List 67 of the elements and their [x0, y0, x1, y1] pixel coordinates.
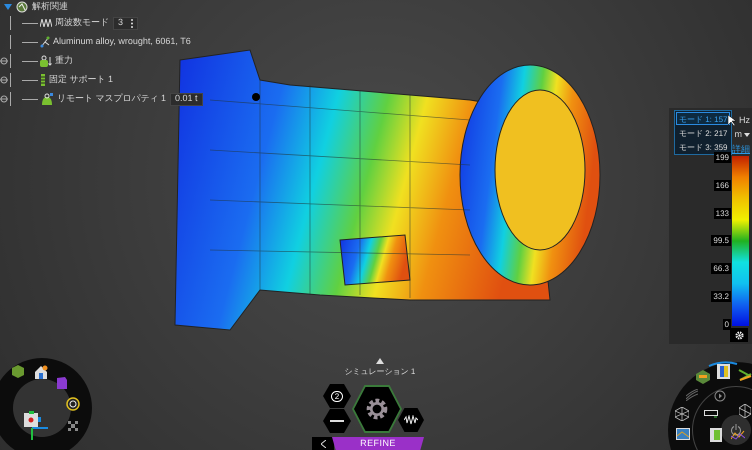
- signal-icon[interactable]: [686, 389, 698, 401]
- scale-value: 66.3: [711, 263, 731, 274]
- analysis-icon: [16, 1, 28, 13]
- visibility-toggle-icon[interactable]: [0, 76, 8, 84]
- more-icon[interactable]: [131, 18, 134, 28]
- mode-option[interactable]: モード 1: 157: [676, 112, 730, 125]
- contour-image-icon[interactable]: [676, 428, 690, 440]
- cube-icon[interactable]: [12, 365, 24, 378]
- scale-value: 0: [722, 318, 731, 330]
- arrows-icon[interactable]: [738, 368, 752, 382]
- wave-icon: [404, 415, 418, 425]
- grid-icon[interactable]: [68, 421, 78, 431]
- layers-icon[interactable]: [696, 370, 710, 384]
- play-icon[interactable]: [714, 390, 726, 402]
- length-unit-dropdown[interactable]: m: [734, 128, 750, 142]
- line-tool-button[interactable]: [323, 409, 351, 433]
- book-icon[interactable]: [717, 364, 730, 379]
- line-icon: [330, 420, 344, 422]
- tree-item-label[interactable]: 解析関連: [32, 0, 68, 14]
- render-icon[interactable]: [66, 397, 80, 411]
- back-button[interactable]: [312, 437, 334, 450]
- caret-icon: [744, 132, 750, 137]
- settings-button[interactable]: [730, 328, 748, 342]
- chart-line-icon[interactable]: [731, 430, 745, 440]
- mass-icon: [40, 93, 54, 105]
- settings-icon: [734, 330, 744, 340]
- power-button[interactable]: [721, 415, 751, 445]
- support-icon: [40, 74, 46, 86]
- scale-value: 133: [714, 208, 731, 219]
- expand-arrow-icon[interactable]: [376, 358, 384, 364]
- ring-highlight-icon: [708, 361, 738, 367]
- scale-value: 33.2: [711, 291, 731, 302]
- value-field[interactable]: 0.01 t: [170, 92, 203, 106]
- weight-icon: [40, 55, 52, 67]
- wave-tool-button[interactable]: [398, 408, 424, 432]
- visibility-toggle-icon[interactable]: [0, 95, 8, 103]
- expand-caret-icon[interactable]: [4, 4, 12, 10]
- power-icon: [730, 424, 742, 436]
- box-icon[interactable]: [55, 376, 68, 390]
- unit-label: Hz: [739, 114, 750, 127]
- visibility-toggle-icon[interactable]: [0, 57, 8, 65]
- tree-item-label[interactable]: 固定 サポート 1: [49, 73, 114, 87]
- material-icon: [40, 36, 50, 48]
- cursor-icon: [728, 115, 736, 126]
- gear-icon: [366, 398, 388, 420]
- mesh-icon[interactable]: [675, 407, 689, 421]
- details-link[interactable]: 詳細: [732, 143, 750, 156]
- scale-value: 99.5: [711, 235, 731, 246]
- probe-icon[interactable]: [704, 410, 718, 418]
- mesh-icon[interactable]: [739, 404, 751, 418]
- tree-item-label[interactable]: リモート マスプロパティ 1: [57, 92, 166, 106]
- scale-value: 199: [714, 152, 731, 163]
- refine-button[interactable]: REFINE: [332, 437, 424, 450]
- home-icon[interactable]: [34, 365, 48, 379]
- mode-option[interactable]: モード 3: 359: [676, 140, 730, 153]
- wave-icon: [40, 19, 52, 27]
- count-badge: 2: [330, 390, 344, 402]
- mode-option[interactable]: モード 2: 217: [676, 126, 730, 139]
- settings-hex-button[interactable]: [352, 385, 402, 433]
- mode-count-button[interactable]: 2: [323, 384, 351, 408]
- tree-item-label[interactable]: Aluminum alloy, wrought, 6061, T6: [53, 35, 191, 49]
- tree-item-label[interactable]: 周波数モード: [55, 16, 109, 30]
- value-field[interactable]: 3: [113, 16, 138, 30]
- tree-item-label[interactable]: 重力: [55, 54, 73, 68]
- simulation-title: シミュレーション 1: [344, 366, 416, 378]
- scale-value: 166: [714, 180, 731, 191]
- chevron-left-icon: [320, 440, 326, 448]
